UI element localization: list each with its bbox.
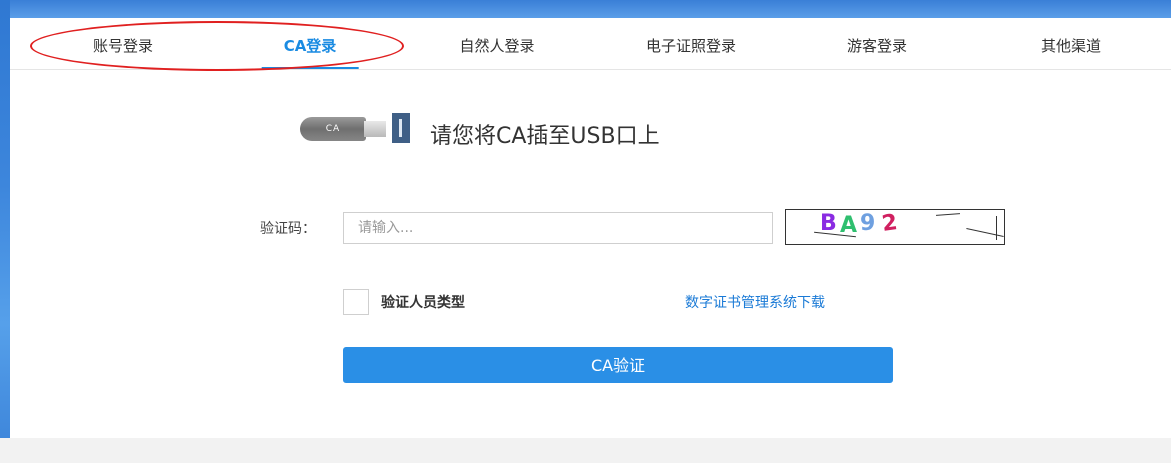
captcha-noise-line — [935, 213, 961, 216]
captcha-char: 2 — [880, 210, 899, 237]
captcha-label: 验证码： — [260, 221, 316, 237]
usb-port-icon — [392, 113, 410, 143]
captcha-noise-line — [996, 216, 1004, 240]
tab-guest-login[interactable]: 游客登录 — [847, 25, 907, 68]
captcha-image[interactable]: B A 9 2 — [785, 209, 1005, 245]
insert-ca-instruction: 请您将CA插至USB口上 — [430, 124, 660, 149]
verify-person-type-checkbox[interactable] — [343, 289, 369, 315]
ca-verify-button[interactable]: CA验证 — [343, 347, 893, 383]
usb-key-icon: CA — [300, 113, 420, 151]
window-left-edge — [0, 0, 10, 463]
usb-plug — [364, 121, 386, 137]
tab-natural-person-login[interactable]: 自然人登录 — [459, 25, 534, 68]
verify-person-type-label: 验证人员类型 — [381, 295, 465, 311]
captcha-char: 9 — [860, 211, 876, 236]
usb-key-body: CA — [300, 117, 366, 141]
captcha-input[interactable] — [343, 212, 773, 244]
page-bottom-strip — [0, 438, 1171, 463]
certificate-system-download-link[interactable]: 数字证书管理系统下载 — [685, 292, 825, 312]
tab-e-license-login[interactable]: 电子证照登录 — [646, 25, 736, 68]
tab-account-login[interactable]: 账号登录 — [93, 25, 153, 68]
login-tabs: 账号登录 CA登录 自然人登录 电子证照登录 游客登录 其他渠道 — [10, 25, 1171, 70]
tab-other-channels[interactable]: 其他渠道 — [1041, 25, 1101, 68]
tab-ca-login[interactable]: CA登录 — [261, 25, 358, 69]
